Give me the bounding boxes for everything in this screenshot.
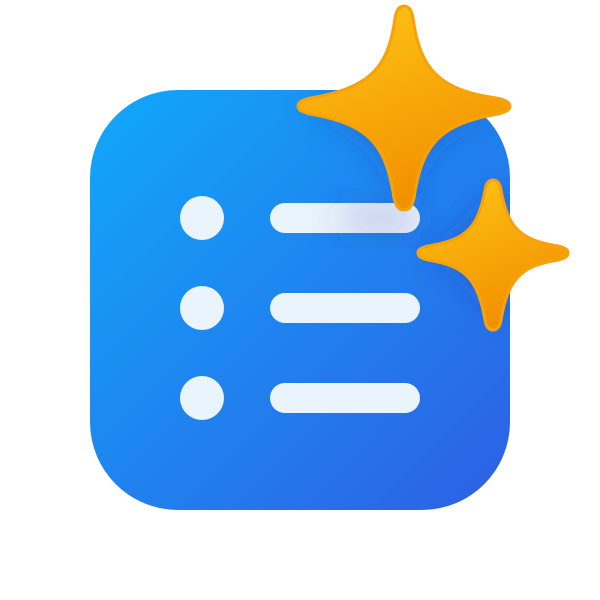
list-line xyxy=(270,383,420,413)
bullet-icon xyxy=(180,196,224,240)
bullet-icon xyxy=(180,376,224,420)
list-with-sparkles-icon xyxy=(90,4,570,510)
bullet-icon xyxy=(180,286,224,330)
list-line xyxy=(270,293,420,323)
app-icon-canvas xyxy=(0,0,600,600)
